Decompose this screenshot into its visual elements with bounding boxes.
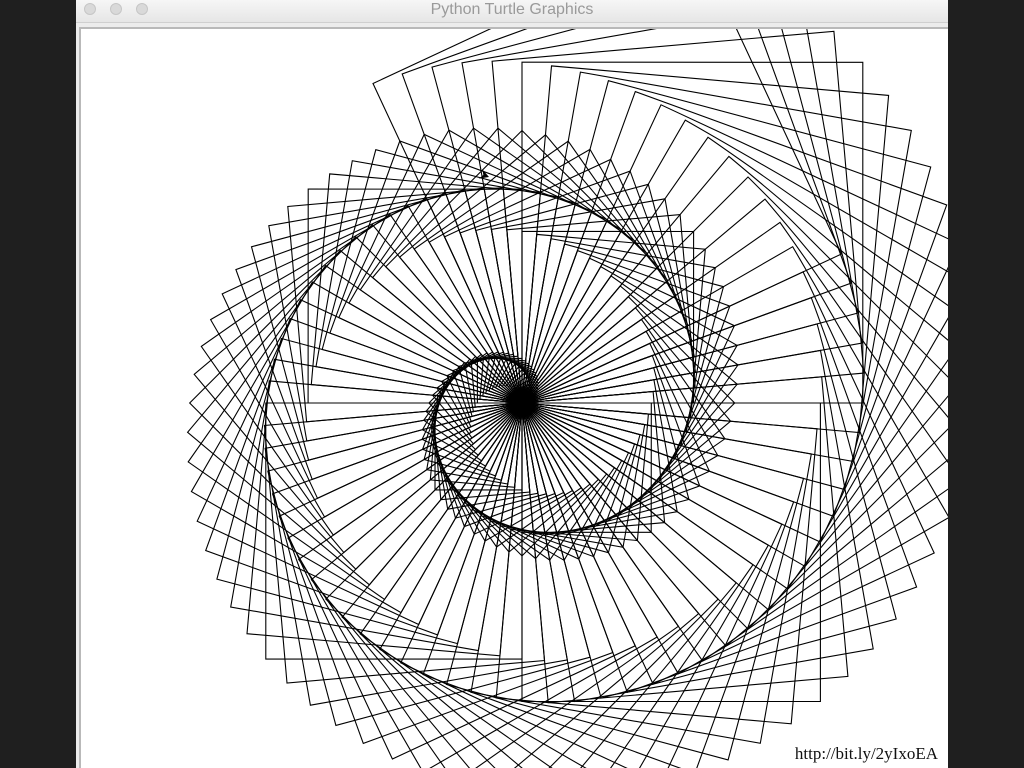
square-outline xyxy=(521,221,948,662)
window-title: Python Turtle Graphics xyxy=(430,1,594,18)
spiral-drawing xyxy=(186,29,948,768)
turtle-canvas[interactable]: http://bit.ly/2yIxoEA xyxy=(79,27,948,768)
square-outline xyxy=(341,402,737,768)
title-bar[interactable]: Python Turtle Graphics xyxy=(76,0,948,23)
square-outline xyxy=(297,402,680,768)
short-url-text: http://bit.ly/2yIxoEA xyxy=(792,744,940,764)
turtle-window: Python Turtle Graphics http://bit.ly/2yI… xyxy=(76,0,948,768)
square-spiral-lines xyxy=(186,29,948,768)
